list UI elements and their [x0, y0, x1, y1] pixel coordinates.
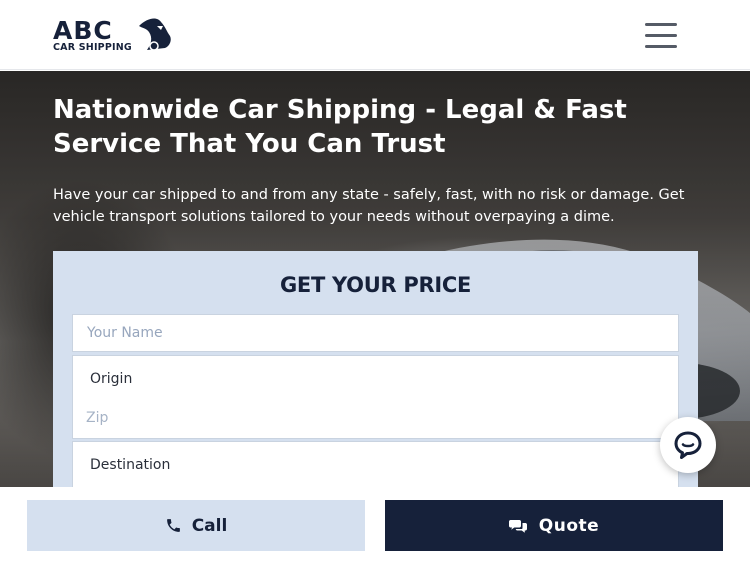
chat-bubble-icon: [674, 431, 702, 459]
origin-zip-input[interactable]: [86, 405, 666, 431]
brand-logo[interactable]: ABC CAR SHIPPING: [53, 16, 173, 56]
menu-bar-middle: [645, 34, 677, 37]
menu-bar-top: [645, 23, 677, 26]
hero-headline: Nationwide Car Shipping - Legal & Fast S…: [53, 95, 627, 159]
origin-field-group: Origin: [72, 355, 679, 439]
chat-icon: [508, 519, 527, 533]
call-button[interactable]: Call: [27, 500, 365, 551]
hero-subtext: Have your car shipped to and from any st…: [53, 187, 685, 225]
quote-button-label: Quote: [538, 515, 600, 536]
quote-form: GET YOUR PRICE Origin Destination: [53, 251, 698, 517]
destination-label: Destination: [90, 457, 171, 473]
bottom-action-bar: Call Quote: [0, 487, 750, 563]
logo-subtitle: CAR SHIPPING: [53, 42, 132, 53]
name-input[interactable]: [72, 314, 679, 352]
form-title: GET YOUR PRICE: [280, 273, 471, 297]
phone-icon: [166, 519, 180, 532]
site-header: ABC CAR SHIPPING: [0, 0, 750, 70]
origin-label: Origin: [90, 371, 133, 387]
call-button-label: Call: [191, 515, 228, 536]
menu-bar-bottom: [645, 45, 677, 48]
car-logo-icon: [139, 18, 171, 51]
quote-button[interactable]: Quote: [385, 500, 723, 551]
live-chat-button[interactable]: [660, 417, 716, 473]
hamburger-menu-button[interactable]: [645, 21, 679, 49]
